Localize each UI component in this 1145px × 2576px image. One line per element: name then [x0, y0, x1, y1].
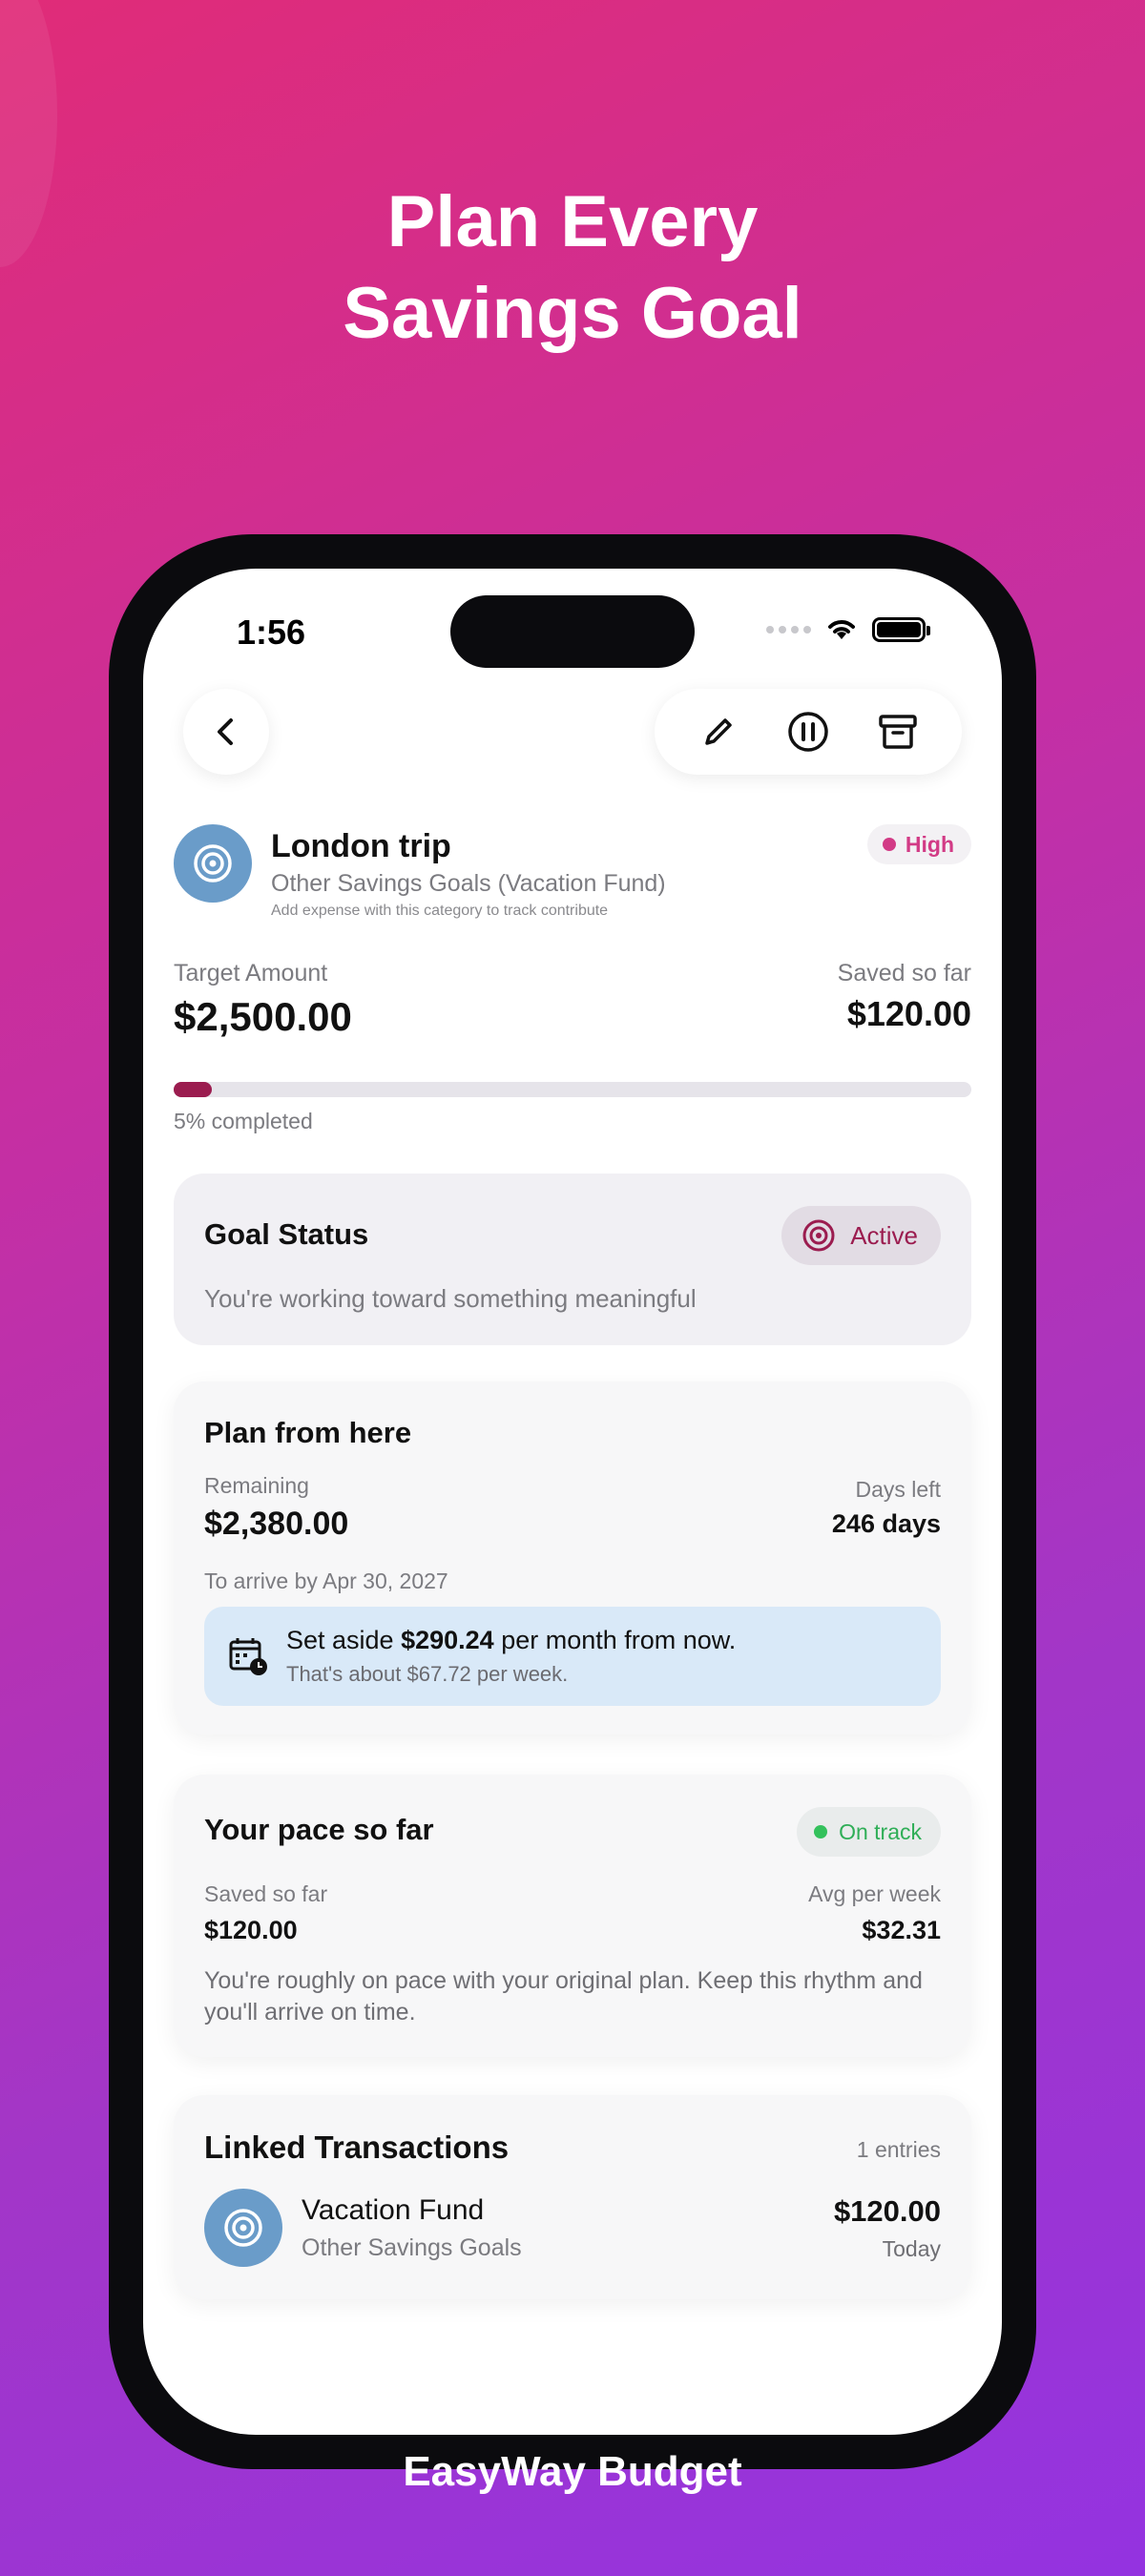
chevron-left-icon — [218, 718, 233, 745]
signal-icon — [766, 626, 811, 634]
monthly-plan-box: Set aside $290.24 per month from now. Th… — [204, 1607, 941, 1706]
goal-progress-bar — [174, 1082, 971, 1097]
back-button[interactable] — [183, 689, 269, 775]
goal-status-title: Goal Status — [204, 1217, 369, 1251]
set-aside-amount: $290.24 — [401, 1626, 494, 1654]
days-left-label: Days left — [855, 1477, 941, 1502]
pace-card: Your pace so far On track Saved so far $… — [174, 1775, 971, 2057]
transaction-amount: $120.00 — [833, 2194, 941, 2228]
priority-badge: High — [866, 824, 971, 864]
linked-transactions-count: 1 entries — [856, 2137, 941, 2162]
calendar-clock-icon — [229, 1638, 267, 1675]
pause-button[interactable] — [780, 703, 837, 760]
battery-icon — [872, 617, 930, 642]
saved-so-far-value: $120.00 — [846, 994, 971, 1033]
pencil-icon — [705, 718, 732, 745]
status-bar-time: 1:56 — [237, 613, 306, 652]
target-icon — [194, 844, 232, 883]
brand-name: EasyWay Budget — [403, 2448, 742, 2495]
pace-saved-label: Saved so far — [204, 1881, 328, 1906]
transaction-date: Today — [882, 2236, 941, 2261]
archive-button[interactable] — [869, 703, 926, 760]
arrive-by-date: To arrive by Apr 30, 2027 — [204, 1568, 448, 1593]
transaction-avatar — [204, 2189, 282, 2267]
priority-dot — [882, 838, 896, 851]
set-aside-text: Set aside $290.24 per month from now. — [286, 1626, 737, 1654]
remaining-value: $2,380.00 — [204, 1506, 349, 1542]
priority-label: High — [905, 831, 954, 857]
transaction-name: Vacation Fund — [302, 2194, 485, 2226]
transaction-category: Other Savings Goals — [302, 2234, 522, 2261]
goal-avatar — [174, 824, 252, 903]
target-amount-label: Target Amount — [174, 960, 328, 987]
linked-transactions-title: Linked Transactions — [204, 2129, 510, 2165]
on-track-dot — [814, 1825, 828, 1839]
target-icon — [802, 1219, 835, 1252]
on-track-label: On track — [839, 1818, 922, 1844]
goal-header: London trip Other Savings Goals (Vacatio… — [174, 824, 971, 929]
plan-card: Plan from here Remaining $2,380.00 Days … — [174, 1381, 971, 1735]
on-track-badge: On track — [797, 1807, 941, 1857]
dynamic-island — [450, 595, 695, 668]
goal-title: London trip — [271, 828, 451, 864]
headline-line-2: Savings Goal — [343, 273, 802, 354]
target-amount-value: $2,500.00 — [174, 994, 352, 1039]
status-bar-icons — [766, 616, 930, 643]
goal-status-message: You're working toward something meaningf… — [204, 1284, 697, 1313]
days-left-value: 246 days — [831, 1509, 941, 1538]
phone-frame: 1:56 London trip Other Savings Goals (Va… — [109, 534, 1036, 2469]
pace-card-title: Your pace so far — [204, 1813, 434, 1846]
headline-line-1: Plan Every — [386, 181, 759, 262]
remaining-label: Remaining — [204, 1473, 309, 1498]
goal-status-badge-label: Active — [850, 1220, 918, 1250]
goal-progress-fill — [174, 1082, 213, 1097]
plan-card-title: Plan from here — [204, 1416, 412, 1449]
phone-screen: 1:56 London trip Other Savings Goals (Va… — [143, 569, 1002, 2435]
avg-per-week-label: Avg per week — [808, 1881, 941, 1906]
per-week-text: That's about $67.72 per week. — [286, 1662, 569, 1686]
archive-box-icon — [879, 715, 917, 749]
goal-hint: Add expense with this category to track … — [271, 903, 609, 919]
promo-headline: Plan Every Savings Goal — [0, 177, 1145, 360]
target-icon — [224, 2209, 262, 2247]
avg-per-week-value: $32.31 — [862, 1916, 941, 1944]
goal-status-badge: Active — [781, 1206, 941, 1265]
pace-message: You're roughly on pace with your origina… — [204, 1967, 923, 2025]
goal-category: Other Savings Goals (Vacation Fund) — [271, 870, 666, 897]
goal-actions-toolbar — [655, 689, 962, 775]
wifi-icon — [828, 620, 855, 639]
goal-status-card: Goal Status Active You're working toward… — [174, 1174, 971, 1345]
progress-percent-text: 5% completed — [174, 1109, 313, 1133]
pause-circle-icon — [788, 712, 828, 752]
pace-saved-value: $120.00 — [204, 1916, 298, 1944]
saved-so-far-label: Saved so far — [837, 960, 971, 987]
edit-button[interactable] — [690, 703, 747, 760]
linked-transactions-card: Linked Transactions 1 entries Vacation F… — [174, 2095, 971, 2299]
